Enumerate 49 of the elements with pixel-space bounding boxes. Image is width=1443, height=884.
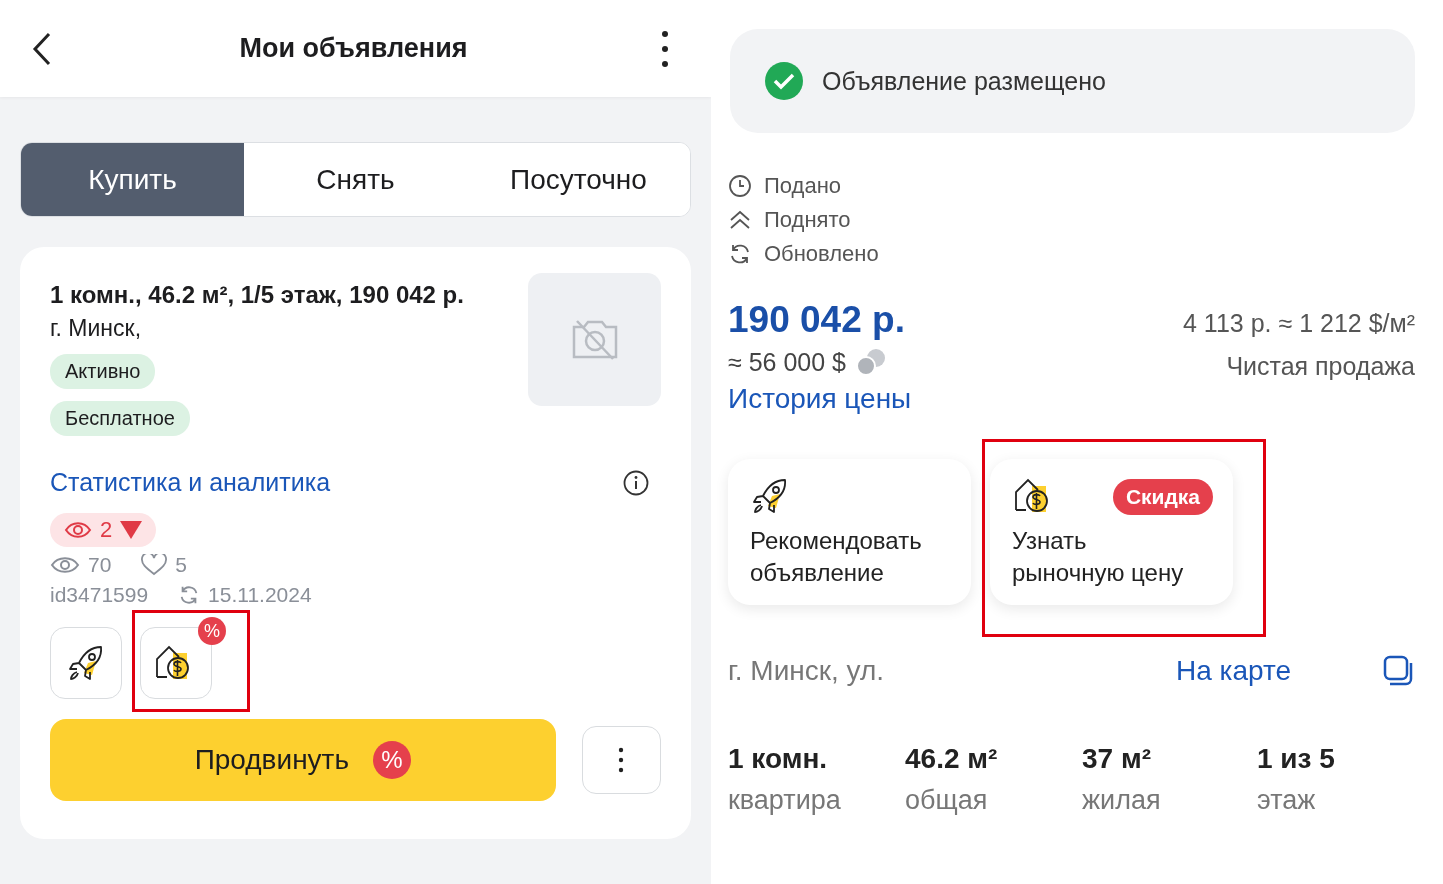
status-text: Объявление размещено xyxy=(822,66,1106,96)
listing-title: 1 комн., 46.2 м², 1/5 этаж, 190 042 р. xyxy=(50,281,464,309)
price-per-square-meter: 4 113 р. ≈ 1 212 $/м² xyxy=(1183,309,1415,338)
eye-icon xyxy=(50,556,80,574)
back-icon xyxy=(32,31,52,66)
service-card[interactable]: Рекомендовать объявление xyxy=(728,459,971,605)
check-circle-icon xyxy=(764,61,804,101)
spec-value: 46.2 м² xyxy=(905,743,999,775)
service-card[interactable]: Скидка Узнать рыночную цену xyxy=(990,459,1233,605)
kebab-icon xyxy=(618,747,625,773)
spec-value: 1 из 5 xyxy=(1257,743,1336,775)
spec-label: общая xyxy=(905,785,989,816)
spec-label: этаж xyxy=(1257,785,1317,816)
updated-date: 15.11.2024 xyxy=(208,583,312,607)
price-usd: ≈ 56 000 $ xyxy=(728,347,846,377)
listing-address: г. Минск, xyxy=(50,315,143,342)
likes-count: 5 xyxy=(175,553,188,577)
page-title: Мои объявления xyxy=(239,33,468,64)
views-count: 70 xyxy=(88,553,112,577)
map-link[interactable]: На карте xyxy=(1175,655,1291,687)
copy-icon[interactable] xyxy=(1383,655,1415,687)
kebab-icon xyxy=(661,29,669,68)
info-icon[interactable] xyxy=(623,469,649,496)
price: 190 042 р. xyxy=(728,299,906,341)
spec-label: жилая xyxy=(1082,785,1162,816)
camera-off-icon xyxy=(570,318,619,361)
status-badge: Бесплатное xyxy=(50,401,190,436)
statistics-link[interactable]: Статистика и аналитика xyxy=(50,468,331,497)
refresh-icon xyxy=(728,242,752,266)
promote-button[interactable]: Продвинуть % xyxy=(50,719,556,801)
heart-icon xyxy=(141,554,168,576)
views-change-count: 2 xyxy=(100,517,113,543)
spec-value: 1 комн. xyxy=(728,743,829,775)
double-chevron-up-icon xyxy=(728,208,752,232)
spec-label: квартира xyxy=(728,785,842,816)
eye-icon xyxy=(64,521,92,539)
address: г. Минск, ул. xyxy=(728,655,886,687)
spec-value: 37 м² xyxy=(1082,743,1152,775)
price-history-link[interactable]: История цены xyxy=(728,383,912,415)
date-label: Подано xyxy=(764,173,842,199)
status-badge: Активно xyxy=(50,354,156,389)
date-label: Обновлено xyxy=(764,241,879,267)
tab[interactable]: Купить xyxy=(21,143,244,216)
service-button[interactable] xyxy=(50,627,122,699)
listing-id: id3471599 xyxy=(50,583,149,607)
date-label: Поднято xyxy=(764,207,851,233)
discount-badge: % xyxy=(198,617,226,645)
clock-icon xyxy=(728,174,752,198)
deal-type: Чистая продажа xyxy=(1225,352,1415,381)
